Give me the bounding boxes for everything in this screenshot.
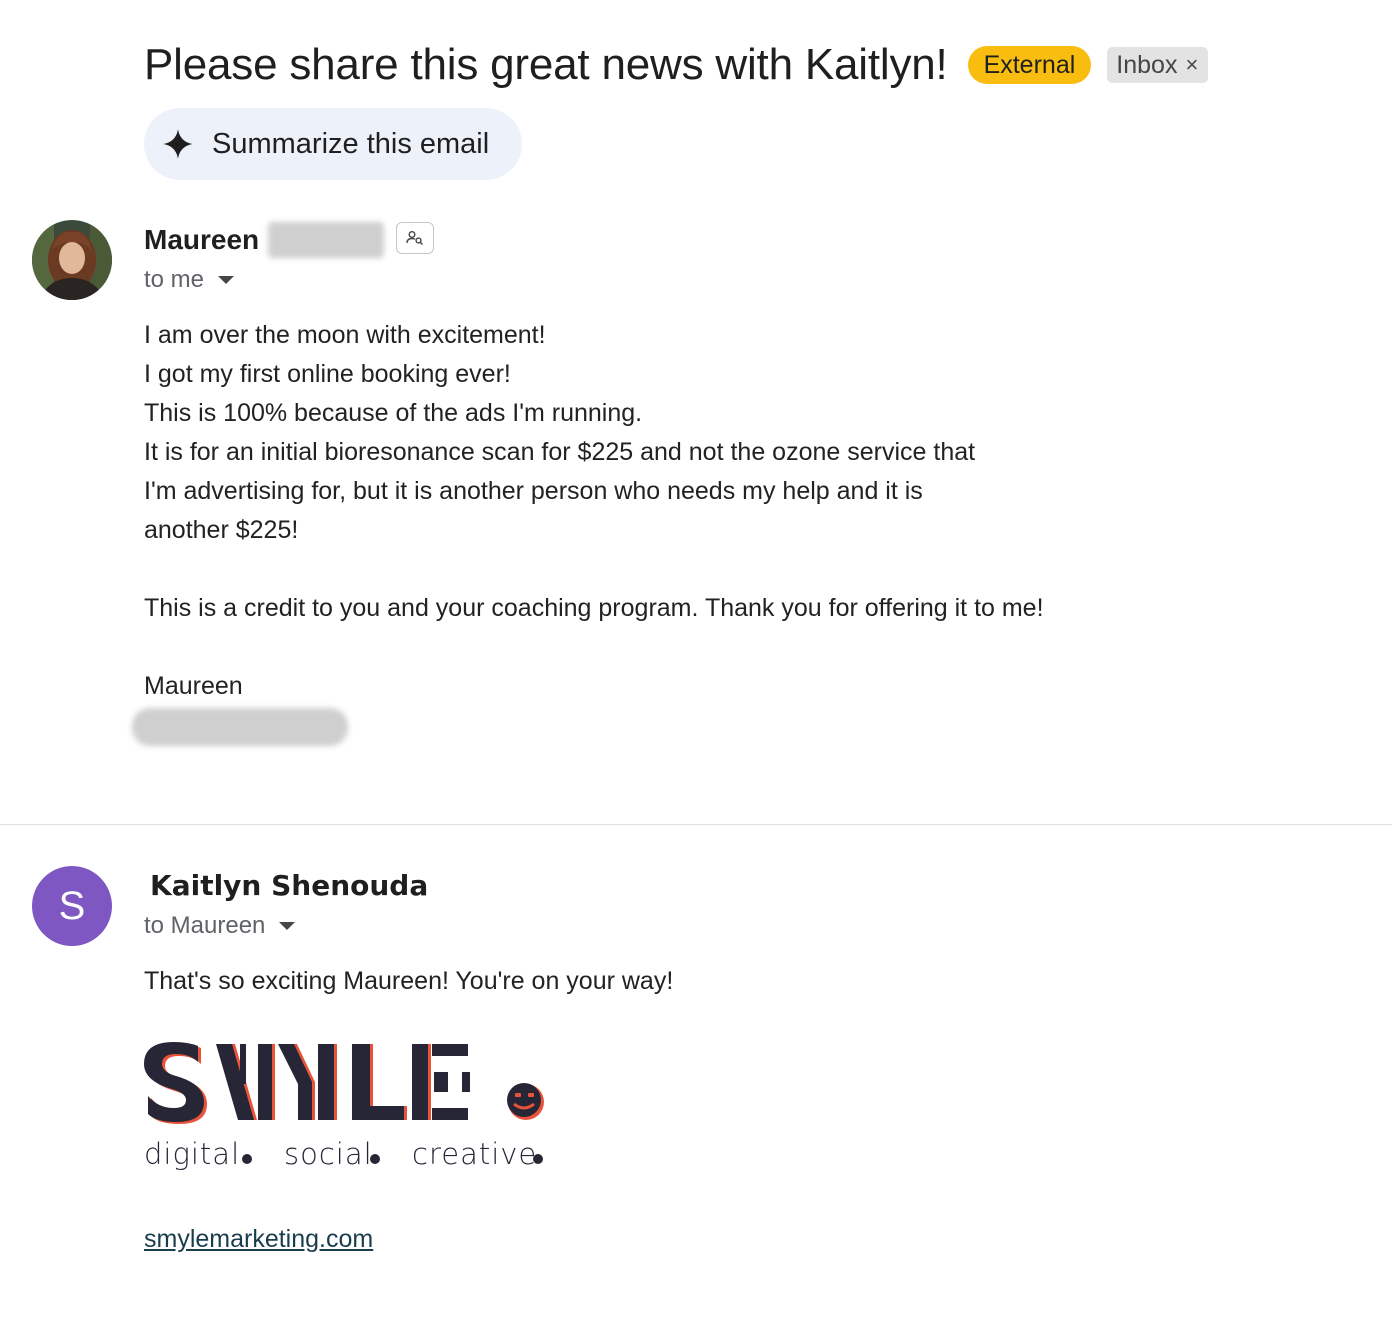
body-line: It is for an initial bioresonance scan f… [144, 438, 976, 466]
message-body: That's so exciting Maureen! You're on yo… [144, 967, 674, 995]
sender-name[interactable]: Kaitlyn Shenouda [150, 868, 428, 904]
summarize-email-button[interactable]: Summarize this email [144, 108, 522, 180]
inbox-label-text: Inbox [1116, 51, 1178, 79]
recipient-details-toggle[interactable]: to Maureen [144, 911, 296, 941]
logo-tagline-digital: digital [144, 1137, 240, 1171]
body-line: I'm advertising for, but it is another p… [144, 477, 923, 505]
message-divider [0, 824, 1392, 825]
contact-details-button[interactable] [396, 222, 434, 254]
sparkle-icon [163, 129, 193, 159]
email-subject: Please share this great news with Kaitly… [144, 40, 948, 89]
summarize-label: Summarize this email [212, 127, 490, 160]
smyle-logo-image: digital social creative [144, 1042, 544, 1171]
body-line: I am over the moon with excitement! [144, 321, 546, 349]
avatar-image [32, 220, 112, 300]
message-body: I am over the moon with excitement! I go… [144, 316, 975, 550]
chevron-down-icon [218, 276, 235, 284]
smyle-logo: digital social creative [142, 1036, 552, 1181]
website-link[interactable]: smylemarketing.com [144, 1222, 373, 1256]
signature-name: Maureen [144, 672, 243, 700]
logo-tagline-social: social [284, 1137, 373, 1171]
chevron-down-icon [279, 922, 296, 930]
recipient-text: to Maureen [144, 912, 266, 939]
external-label: External [967, 46, 1092, 84]
inbox-label: Inbox × [1107, 47, 1209, 83]
recipient-text: to me [144, 266, 205, 293]
redacted-sender-lastname [268, 222, 384, 258]
recipient-details-toggle[interactable]: to me [144, 265, 235, 295]
contact-search-icon [406, 231, 424, 246]
body-line: another $225! [144, 516, 299, 544]
sender-avatar-photo[interactable] [32, 220, 112, 300]
body-line: This is 100% because of the ads I'm runn… [144, 399, 643, 427]
logo-tagline-creative: creative [412, 1137, 537, 1171]
body-line: I got my first online booking ever! [144, 360, 511, 388]
redacted-signature [132, 708, 348, 746]
message-paragraph: This is a credit to you and your coachin… [144, 594, 1044, 622]
sender-avatar[interactable]: S [32, 866, 112, 946]
sender-name[interactable]: Maureen [144, 222, 259, 258]
subject-row: Please share this great news with Kaitly… [144, 38, 1209, 92]
remove-label-icon[interactable]: × [1185, 47, 1198, 83]
